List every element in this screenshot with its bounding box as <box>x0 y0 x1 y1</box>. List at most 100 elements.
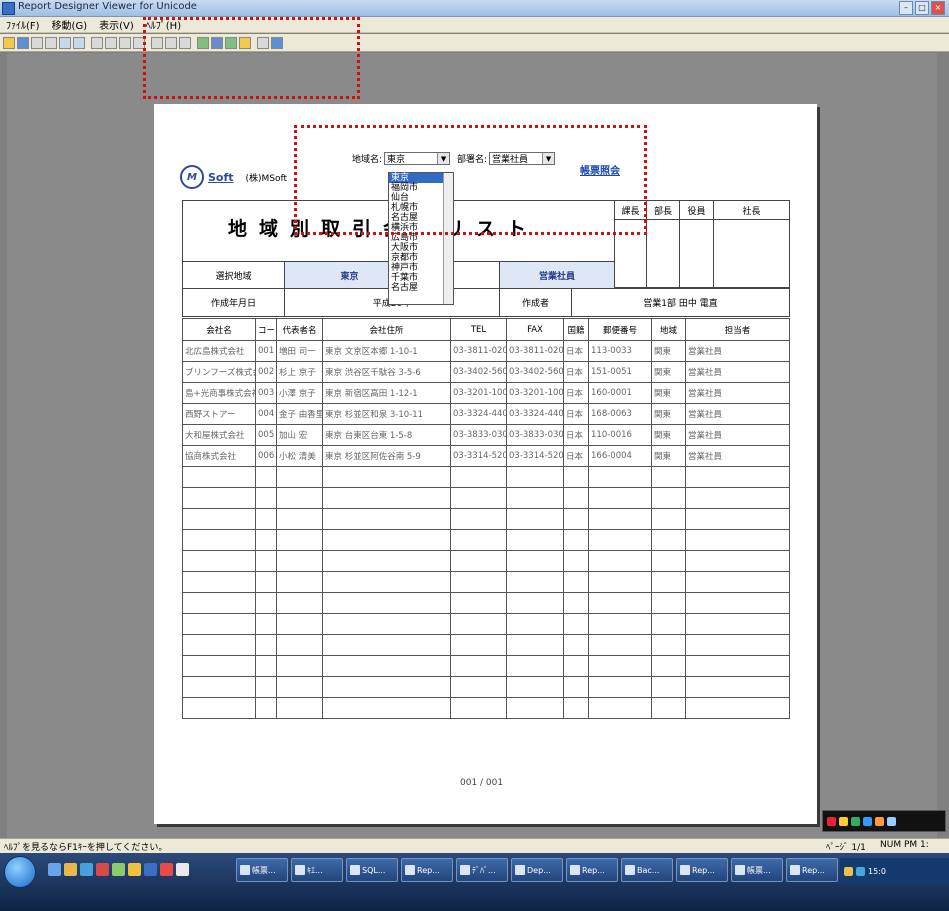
taskbar-task[interactable]: Dep... <box>511 858 563 882</box>
close-button[interactable]: × <box>931 1 945 15</box>
table-cell <box>588 487 652 509</box>
taskbar-task[interactable]: Rep... <box>786 858 838 882</box>
dept-label: 部署名: <box>457 155 488 165</box>
quick-launch-icon[interactable] <box>64 863 77 876</box>
quick-launch-icon[interactable] <box>128 863 141 876</box>
col-region: 地域 <box>651 318 686 341</box>
created-date-label: 作成年月日 <box>182 288 285 317</box>
table-cell <box>563 634 589 656</box>
close-doc-icon[interactable] <box>239 36 251 49</box>
start-button[interactable] <box>4 856 36 888</box>
selected-dept-value: 営業社員 <box>499 261 615 289</box>
table-cell <box>255 529 277 551</box>
table-row: 西野ストアー 004 金子 由香里 東京 杉並区和泉 3-10-11 03-3324-4… <box>182 403 790 425</box>
task-app-icon <box>350 865 360 875</box>
first-page-icon[interactable] <box>91 36 103 49</box>
table-row-empty <box>182 655 790 677</box>
tray-icon[interactable] <box>856 866 865 876</box>
excel-icon[interactable] <box>197 36 209 49</box>
task-label: Rep... <box>582 865 605 875</box>
dept-select[interactable]: 営業社員 ▼ <box>489 152 556 165</box>
table-cell <box>563 571 589 593</box>
taskbar-task[interactable]: ｷｴ... <box>291 858 343 882</box>
table-cell <box>506 697 564 719</box>
table-cell <box>322 487 451 509</box>
tray-icon[interactable] <box>844 866 853 876</box>
table-cell: 協商株式会社 <box>182 445 256 467</box>
language-bar[interactable] <box>822 810 946 832</box>
quick-launch-icon[interactable] <box>176 863 189 876</box>
taskbar-task[interactable]: 帳票... <box>236 858 288 882</box>
table-row-empty <box>182 613 790 635</box>
minimize-button[interactable]: – <box>899 1 913 15</box>
table-cell <box>182 529 256 551</box>
taskbar-task[interactable]: ﾃﾞﾊﾞ... <box>456 858 508 882</box>
quick-launch-icon[interactable] <box>160 863 173 876</box>
col-tel: TEL <box>450 318 507 341</box>
export-icon[interactable] <box>179 36 191 49</box>
save-icon[interactable] <box>17 36 29 49</box>
table-cell: 西野ストアー <box>182 403 256 425</box>
chevron-down-icon[interactable]: ▼ <box>542 153 555 164</box>
last-page-icon[interactable] <box>133 36 145 49</box>
table-cell <box>276 697 323 719</box>
printer-setup-icon[interactable] <box>45 36 57 49</box>
menu-view[interactable]: 表示(V) <box>97 17 136 32</box>
task-label: SQL... <box>362 865 386 875</box>
search-button[interactable]: 帳票照会 <box>580 162 620 177</box>
quick-launch-icon[interactable] <box>112 863 125 876</box>
selected-region-label: 選択地域 <box>182 261 285 289</box>
table-row-empty <box>182 487 790 509</box>
table-cell <box>182 508 256 530</box>
table-cell <box>276 466 323 488</box>
table-cell: 日本 <box>563 340 589 362</box>
table-cell: 002 <box>255 361 277 383</box>
task-app-icon <box>680 865 690 875</box>
region-select[interactable]: 東京 ▼ <box>384 152 451 165</box>
table-cell <box>563 676 589 698</box>
maximize-button[interactable]: □ <box>915 1 929 15</box>
taskbar-task[interactable]: Rep... <box>401 858 453 882</box>
menu-go[interactable]: 移動(G) <box>50 17 90 32</box>
task-app-icon <box>735 865 745 875</box>
pdf-icon[interactable] <box>211 36 223 49</box>
prev-page-icon[interactable] <box>105 36 117 49</box>
taskbar-task[interactable]: 帳票... <box>731 858 783 882</box>
table-cell: 小澤 京子 <box>276 382 323 404</box>
chevron-down-icon[interactable]: ▼ <box>437 153 450 164</box>
taskbar-task[interactable]: Rep... <box>566 858 618 882</box>
taskbar-task[interactable]: Rep... <box>676 858 728 882</box>
html-icon[interactable] <box>225 36 237 49</box>
table-cell <box>588 571 652 593</box>
quick-launch-icon[interactable] <box>96 863 109 876</box>
menu-help[interactable]: ﾍﾙﾌﾟ(H) <box>144 17 183 32</box>
zoom-in-icon[interactable] <box>59 36 71 49</box>
task-app-icon <box>570 865 580 875</box>
quick-launch-icon[interactable] <box>80 863 93 876</box>
print-icon[interactable] <box>31 36 43 49</box>
table-cell <box>563 550 589 572</box>
menu-file[interactable]: ﾌｧｲﾙ(F) <box>4 17 42 32</box>
page-icon[interactable] <box>257 36 269 49</box>
refresh-icon[interactable] <box>151 36 163 49</box>
next-page-icon[interactable] <box>119 36 131 49</box>
region-dropdown-list[interactable]: 東京 福岡市 仙台 札幌市 名古屋 横浜市 広島市 大阪市 京都市 神戸市 千葉市 名古屋 <box>388 172 454 305</box>
approval-president: 社長 <box>713 200 790 220</box>
quick-launch-icon[interactable] <box>144 863 157 876</box>
company-name: (株)MSoft <box>245 173 288 184</box>
quick-launch-icon[interactable] <box>48 863 61 876</box>
open-icon[interactable] <box>3 36 15 49</box>
table-cell: 006 <box>255 445 277 467</box>
table-cell: 日本 <box>563 403 589 425</box>
taskbar-task[interactable]: SQL... <box>346 858 398 882</box>
help-icon[interactable] <box>271 36 283 49</box>
taskbar-task[interactable]: Bac... <box>621 858 673 882</box>
clock[interactable]: 15:0 <box>868 867 886 876</box>
table-cell <box>450 508 507 530</box>
table-cell: 小松 清美 <box>276 445 323 467</box>
dropdown-scrollbar[interactable] <box>443 173 453 304</box>
table-cell: 関東 <box>651 424 686 446</box>
table-cell <box>255 550 277 572</box>
page-setup-icon[interactable] <box>165 36 177 49</box>
zoom-out-icon[interactable] <box>73 36 85 49</box>
